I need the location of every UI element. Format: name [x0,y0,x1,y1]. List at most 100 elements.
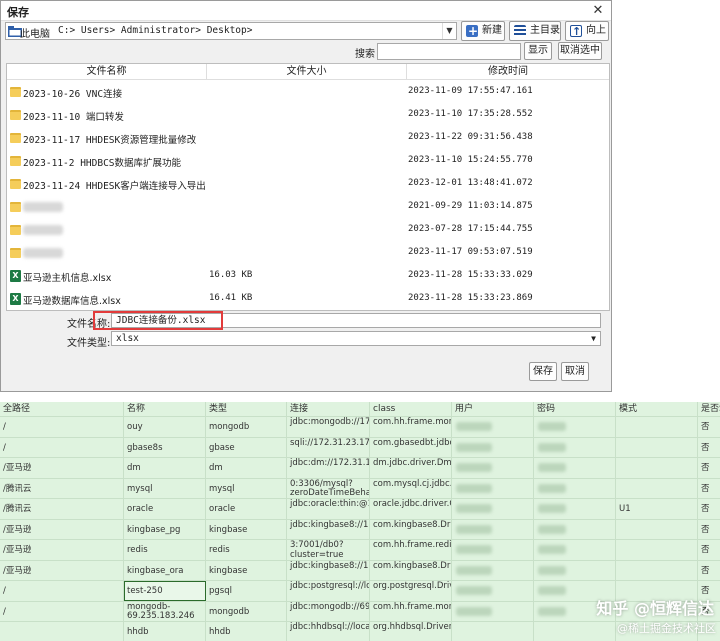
table-cell[interactable]: 否 [698,458,720,478]
table-row[interactable]: /亚马逊 kingbase_ora kingbase jdbc:kingbase8:/… [0,559,720,581]
table-row[interactable]: hhdbhhdbjdbc:hhdbsql://localhost:1432/hh… [0,621,720,641]
file-row[interactable]: 2021-09-29 11:03:14.875 [7,196,609,219]
new-folder-button[interactable]: 新建 [461,21,505,41]
table-cell[interactable]: org.postgresql.Driver [370,581,452,601]
table-cell[interactable]: com.hh.frame.mongo.jdbc.MongoDriver [370,417,452,437]
table-cell[interactable]: /亚马逊 [0,540,124,560]
table-cell[interactable] [0,622,124,641]
table-cell[interactable] [616,437,698,458]
table-cell[interactable]: mongodb [206,417,287,437]
table-cell[interactable]: U1 [616,499,698,519]
chevron-down-icon[interactable]: ▼ [442,23,456,39]
table-cell[interactable] [534,622,616,641]
table-cell[interactable]: com.kingbase8.Driver [370,519,452,540]
table-cell[interactable]: jdbc:dm://172.31.17.45236/dm [287,458,370,478]
table-cell[interactable]: org.hhdbsql.Driver [370,622,452,641]
table-cell[interactable]: com.mysql.cj.jdbc.Driver [370,478,452,499]
file-row[interactable]: 2023-11-2 HHDBCS数据库扩展功能 2023-11-10 15:24:… [7,150,609,173]
table-cell[interactable]: 否 [698,499,720,519]
show-button[interactable]: 显示 [524,42,552,60]
chevron-down-icon[interactable]: ▼ [587,332,600,345]
path-text[interactable]: C:> Users> Administrator> Desktop> [58,25,252,36]
table-cell[interactable]: com.hh.frame.redis.jdbc.RedisDriver [370,540,452,560]
table-cell[interactable] [616,540,698,560]
header-file-name[interactable]: 文件名称 [7,64,207,79]
up-button[interactable]: 向上 [565,21,609,41]
table-cell[interactable]: /腾讯云 [0,478,124,499]
table-row[interactable]: /亚马逊 redis redis 3:7001/db0?cluster=true com… [0,539,720,560]
close-icon[interactable]: ✕ [589,2,607,20]
table-cell[interactable]: kingbase [206,519,287,540]
table-cell[interactable]: dm [206,458,287,478]
table-cell[interactable]: 否 [698,540,720,560]
table-cell[interactable]: jdbc:mongodb://69.235.183.246:27017 [287,601,370,622]
table-cell[interactable]: kingbase_pg [124,519,206,540]
table-cell[interactable] [616,417,698,437]
table-cell[interactable]: gbase [206,437,287,458]
table-cell[interactable]: /亚马逊 [0,458,124,478]
table-cell[interactable]: mongodb [206,601,287,622]
table-cell[interactable]: hhdb [206,622,287,641]
table-cell[interactable]: pgsql [206,581,287,601]
table-row[interactable]: /腾讯云oracleoraclejdbc:oracle:thin:@1.116.… [0,498,720,519]
file-row[interactable]: 2023-11-17 09:53:07.519 [7,242,609,265]
path-root[interactable]: 此电脑 [20,25,50,40]
table-cell[interactable]: com.gbasedbt.jdbc.Driver [370,437,452,458]
table-cell[interactable]: 3:7001/db0?cluster=true [287,540,370,560]
table-cell[interactable]: 否 [698,479,720,499]
table-cell[interactable]: gbase8s [124,437,206,458]
table-cell[interactable]: mysql [206,478,287,499]
table-cell[interactable]: dm [124,458,206,478]
header-file-size[interactable]: 文件大小 [207,64,407,79]
grid-header-cell[interactable]: 全路径 [0,402,124,416]
table-cell[interactable]: ouy [124,417,206,437]
grid-header-cell[interactable]: 名称 [124,402,206,416]
table-cell[interactable]: jdbc:postgresql://localhost:8080/postgre… [287,581,370,601]
table-cell[interactable]: / [0,601,124,622]
save-button[interactable]: 保存 [529,362,557,381]
table-cell[interactable]: jdbc:hhdbsql://localhost:1432/hhdb [287,622,370,641]
table-cell[interactable]: 否 [698,561,720,581]
table-row[interactable]: /亚马逊dmdmjdbc:dm://172.31.17.45236/dmdm.j… [0,457,720,478]
table-cell[interactable]: com.hh.frame.mongo.jdbc.MongoDriver [370,601,452,622]
grid-header-cell[interactable]: 连接 [287,402,370,416]
table-row[interactable]: /亚马逊 kingbase_pg kingbase jdbc:kingbase8://… [0,518,720,540]
table-cell[interactable]: com.kingbase8.Driver [370,560,452,581]
search-input[interactable] [377,43,521,60]
file-row[interactable]: 2023-11-17 HHDESK资源管理批量修改 2023-11-22 09:3… [7,127,609,150]
table-cell[interactable]: /亚马逊 [0,560,124,581]
table-cell[interactable]: jdbc:kingbase8://172.31.17.4:54321/test [287,519,370,540]
table-cell[interactable]: redis [124,540,206,560]
table-cell[interactable]: jdbc:oracle:thin:@1.116.120:1521/orcl [287,499,370,519]
file-row[interactable]: X 亚马逊主机信息.xlsx 16.03 KB 2023-11-28 15:33:33… [7,265,609,288]
table-cell[interactable]: oracle.jdbc.driver.OracleDriver [370,499,452,519]
table-cell[interactable]: test-250 [124,581,206,601]
cancel-button[interactable]: 取消 [561,362,589,381]
grid-header-cell[interactable]: 密码 [534,402,616,416]
table-cell[interactable]: redis [206,540,287,560]
table-row[interactable]: /腾讯云 mysql mysql 0:3306/mysql?zeroDateTimeB… [0,477,720,499]
table-cell[interactable]: /腾讯云 [0,499,124,519]
grid-header-cell[interactable]: class [370,402,452,416]
table-cell[interactable]: 0:3306/mysql?zeroDateTimeBehavior=CONVER [287,478,370,499]
table-cell[interactable]: sqli://172.31.23.177:9088/sysadmin:GBASE… [287,437,370,458]
table-cell[interactable]: / [0,581,124,601]
table-cell[interactable]: 否 [698,520,720,540]
table-cell[interactable] [616,478,698,499]
header-modified-time[interactable]: 修改时间 [407,64,609,79]
table-cell[interactable]: /亚马逊 [0,519,124,540]
grid-header-cell[interactable]: 类型 [206,402,287,416]
table-cell[interactable]: oracle [124,499,206,519]
table-cell[interactable]: / [0,437,124,458]
table-cell[interactable]: jdbc:kingbase8://172.31.17.4:54322/test [287,560,370,581]
table-cell[interactable]: / [0,417,124,437]
table-cell[interactable]: 否 [698,417,720,437]
table-cell[interactable]: 否 [698,438,720,458]
table-cell[interactable] [616,458,698,478]
file-row[interactable]: X 亚马逊数据库信息.xlsx 16.41 KB 2023-11-28 15:33:2… [7,288,609,311]
cancel-selection-button[interactable]: 取消选中 [558,42,602,60]
table-cell[interactable]: mysql [124,478,206,499]
table-cell[interactable]: jdbc:mongodb://172.31.30.83:27017/ [287,417,370,437]
grid-header-cell[interactable]: 用户 [452,402,534,416]
filetype-select[interactable]: xlsx ▼ [111,331,601,346]
